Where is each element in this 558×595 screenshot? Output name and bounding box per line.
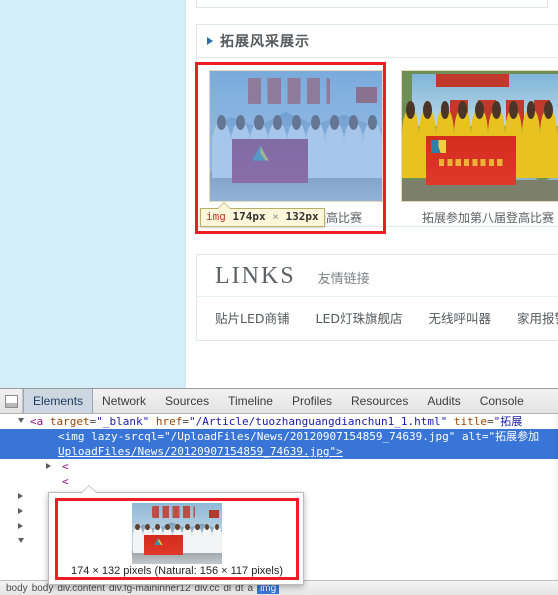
triangle-right-icon[interactable] (18, 508, 23, 514)
img-attr-lazysrc: lazy-srcql (91, 430, 158, 443)
gallery-thumbnail-2[interactable] (401, 70, 558, 202)
triangle-right-icon[interactable] (46, 463, 51, 469)
link-item[interactable]: 无线呼叫器 (429, 308, 492, 327)
tab-network[interactable]: Network (93, 389, 156, 413)
node-attr-target: target (49, 415, 90, 428)
node-attr-target-value: "_blank" (96, 415, 150, 428)
link-item[interactable]: 贴片LED商铺 (215, 308, 290, 327)
links-header: LINKS 友情链接 (197, 255, 558, 297)
dom-node-anchor[interactable]: <a target="_blank" href="/Article/tuozha… (0, 414, 558, 429)
node-attr-title: title (453, 415, 488, 428)
breadcrumb-item[interactable]: body (6, 583, 28, 594)
dom-node-img-wrapline[interactable]: UploadFiles/News/20120907154859_74639.jp… (0, 444, 558, 459)
triangle-right-icon[interactable] (18, 523, 23, 529)
tab-console[interactable]: Console (471, 389, 534, 413)
tab-resources[interactable]: Resources (342, 389, 418, 413)
friendly-links-block: LINKS 友情链接 贴片LED商铺 LED灯珠旗舰店 无线呼叫器 家用报警 (196, 254, 558, 341)
tooltip-height: 132px (285, 210, 319, 223)
devtools-selection-overlay (210, 71, 382, 201)
link-item[interactable]: 家用报警 (517, 308, 558, 327)
links-title-en: LINKS (215, 263, 296, 289)
element-size-tooltip: img 174px × 132px (200, 202, 325, 227)
tab-elements[interactable]: Elements (23, 389, 94, 413)
img-attr-lazysrc-value: "/UploadFiles/News/20120907154859_74639.… (163, 430, 456, 443)
triangle-right-icon[interactable] (18, 493, 23, 499)
tooltip-width: 174px (232, 210, 266, 223)
img-attr-alt: alt (462, 430, 482, 443)
gallery-thumbnail-1[interactable] (209, 70, 383, 202)
gallery-section-title: 拓展风采展示 (220, 34, 310, 50)
photo-opening-ceremony-yellow (402, 71, 558, 201)
devtools-toolbar: Elements Network Sources Timeline Profil… (0, 389, 558, 414)
node-attr-href: href (155, 415, 183, 428)
tooltip-tag-name: img (206, 210, 226, 223)
gallery-section-panel: 拓展风采展示 拓展参加第八届登高比赛 (196, 24, 558, 227)
node-attr-title-value: "拓展 (493, 415, 523, 428)
gallery-caption[interactable]: 拓展参加第八届登高比赛 (401, 202, 558, 226)
triangle-down-icon[interactable] (18, 538, 24, 543)
image-preview-dimensions: 174 × 132 pixels (Natural: 156 × 117 pix… (71, 565, 283, 577)
triangle-right-icon (207, 37, 213, 45)
image-preview-popup: 174 × 132 pixels (Natural: 156 × 117 pix… (48, 486, 304, 585)
link-item[interactable]: LED灯珠旗舰店 (316, 308, 403, 327)
image-preview-thumbnail (132, 503, 222, 564)
dock-window-icon[interactable] (0, 389, 23, 413)
node-attr-href-value: "/Article/tuozhanguangdianchun1_1.html" (188, 415, 448, 428)
img-attr-alt-value: "拓展参加 (488, 430, 540, 443)
webpage-viewport: 拓展风采展示 拓展参加第八届登高比赛 img 174px × 132px LIN… (0, 0, 558, 388)
links-row: 贴片LED商铺 LED灯珠旗舰店 无线呼叫器 家用报警 (197, 297, 558, 340)
devtools-tabs: Elements Network Sources Timeline Profil… (23, 389, 534, 413)
gallery-item[interactable]: 拓展参加第八届登高比赛 (209, 70, 383, 226)
node-open-tag: <a (30, 415, 44, 428)
gallery-list: 拓展参加第八届登高比赛 (197, 58, 558, 226)
tab-profiles[interactable]: Profiles (283, 389, 342, 413)
tab-sources[interactable]: Sources (156, 389, 219, 413)
gallery-section-header: 拓展风采展示 (197, 25, 558, 58)
image-preview-frame: 174 × 132 pixels (Natural: 156 × 117 pix… (55, 498, 299, 580)
dom-node-hidden-row[interactable]: < (0, 459, 558, 474)
links-title-cn: 友情链接 (317, 272, 370, 287)
tab-audits[interactable]: Audits (418, 389, 470, 413)
tooltip-separator: × (272, 210, 279, 223)
tree-scroll-shadow (552, 414, 558, 595)
gallery-item[interactable]: 拓展参加第八届登高比赛 (401, 70, 558, 226)
img-src-wrapped-value: UploadFiles/News/20120907154859_74639.jp… (58, 445, 343, 458)
page-top-panel-stub (196, 0, 548, 8)
dom-node-img-selected[interactable]: <img lazy-srcql="/UploadFiles/News/20120… (0, 429, 558, 444)
triangle-down-icon[interactable] (18, 418, 24, 423)
popup-pointer-arrow (81, 486, 97, 494)
img-open-tag: <img (58, 430, 85, 443)
tab-timeline[interactable]: Timeline (219, 389, 283, 413)
